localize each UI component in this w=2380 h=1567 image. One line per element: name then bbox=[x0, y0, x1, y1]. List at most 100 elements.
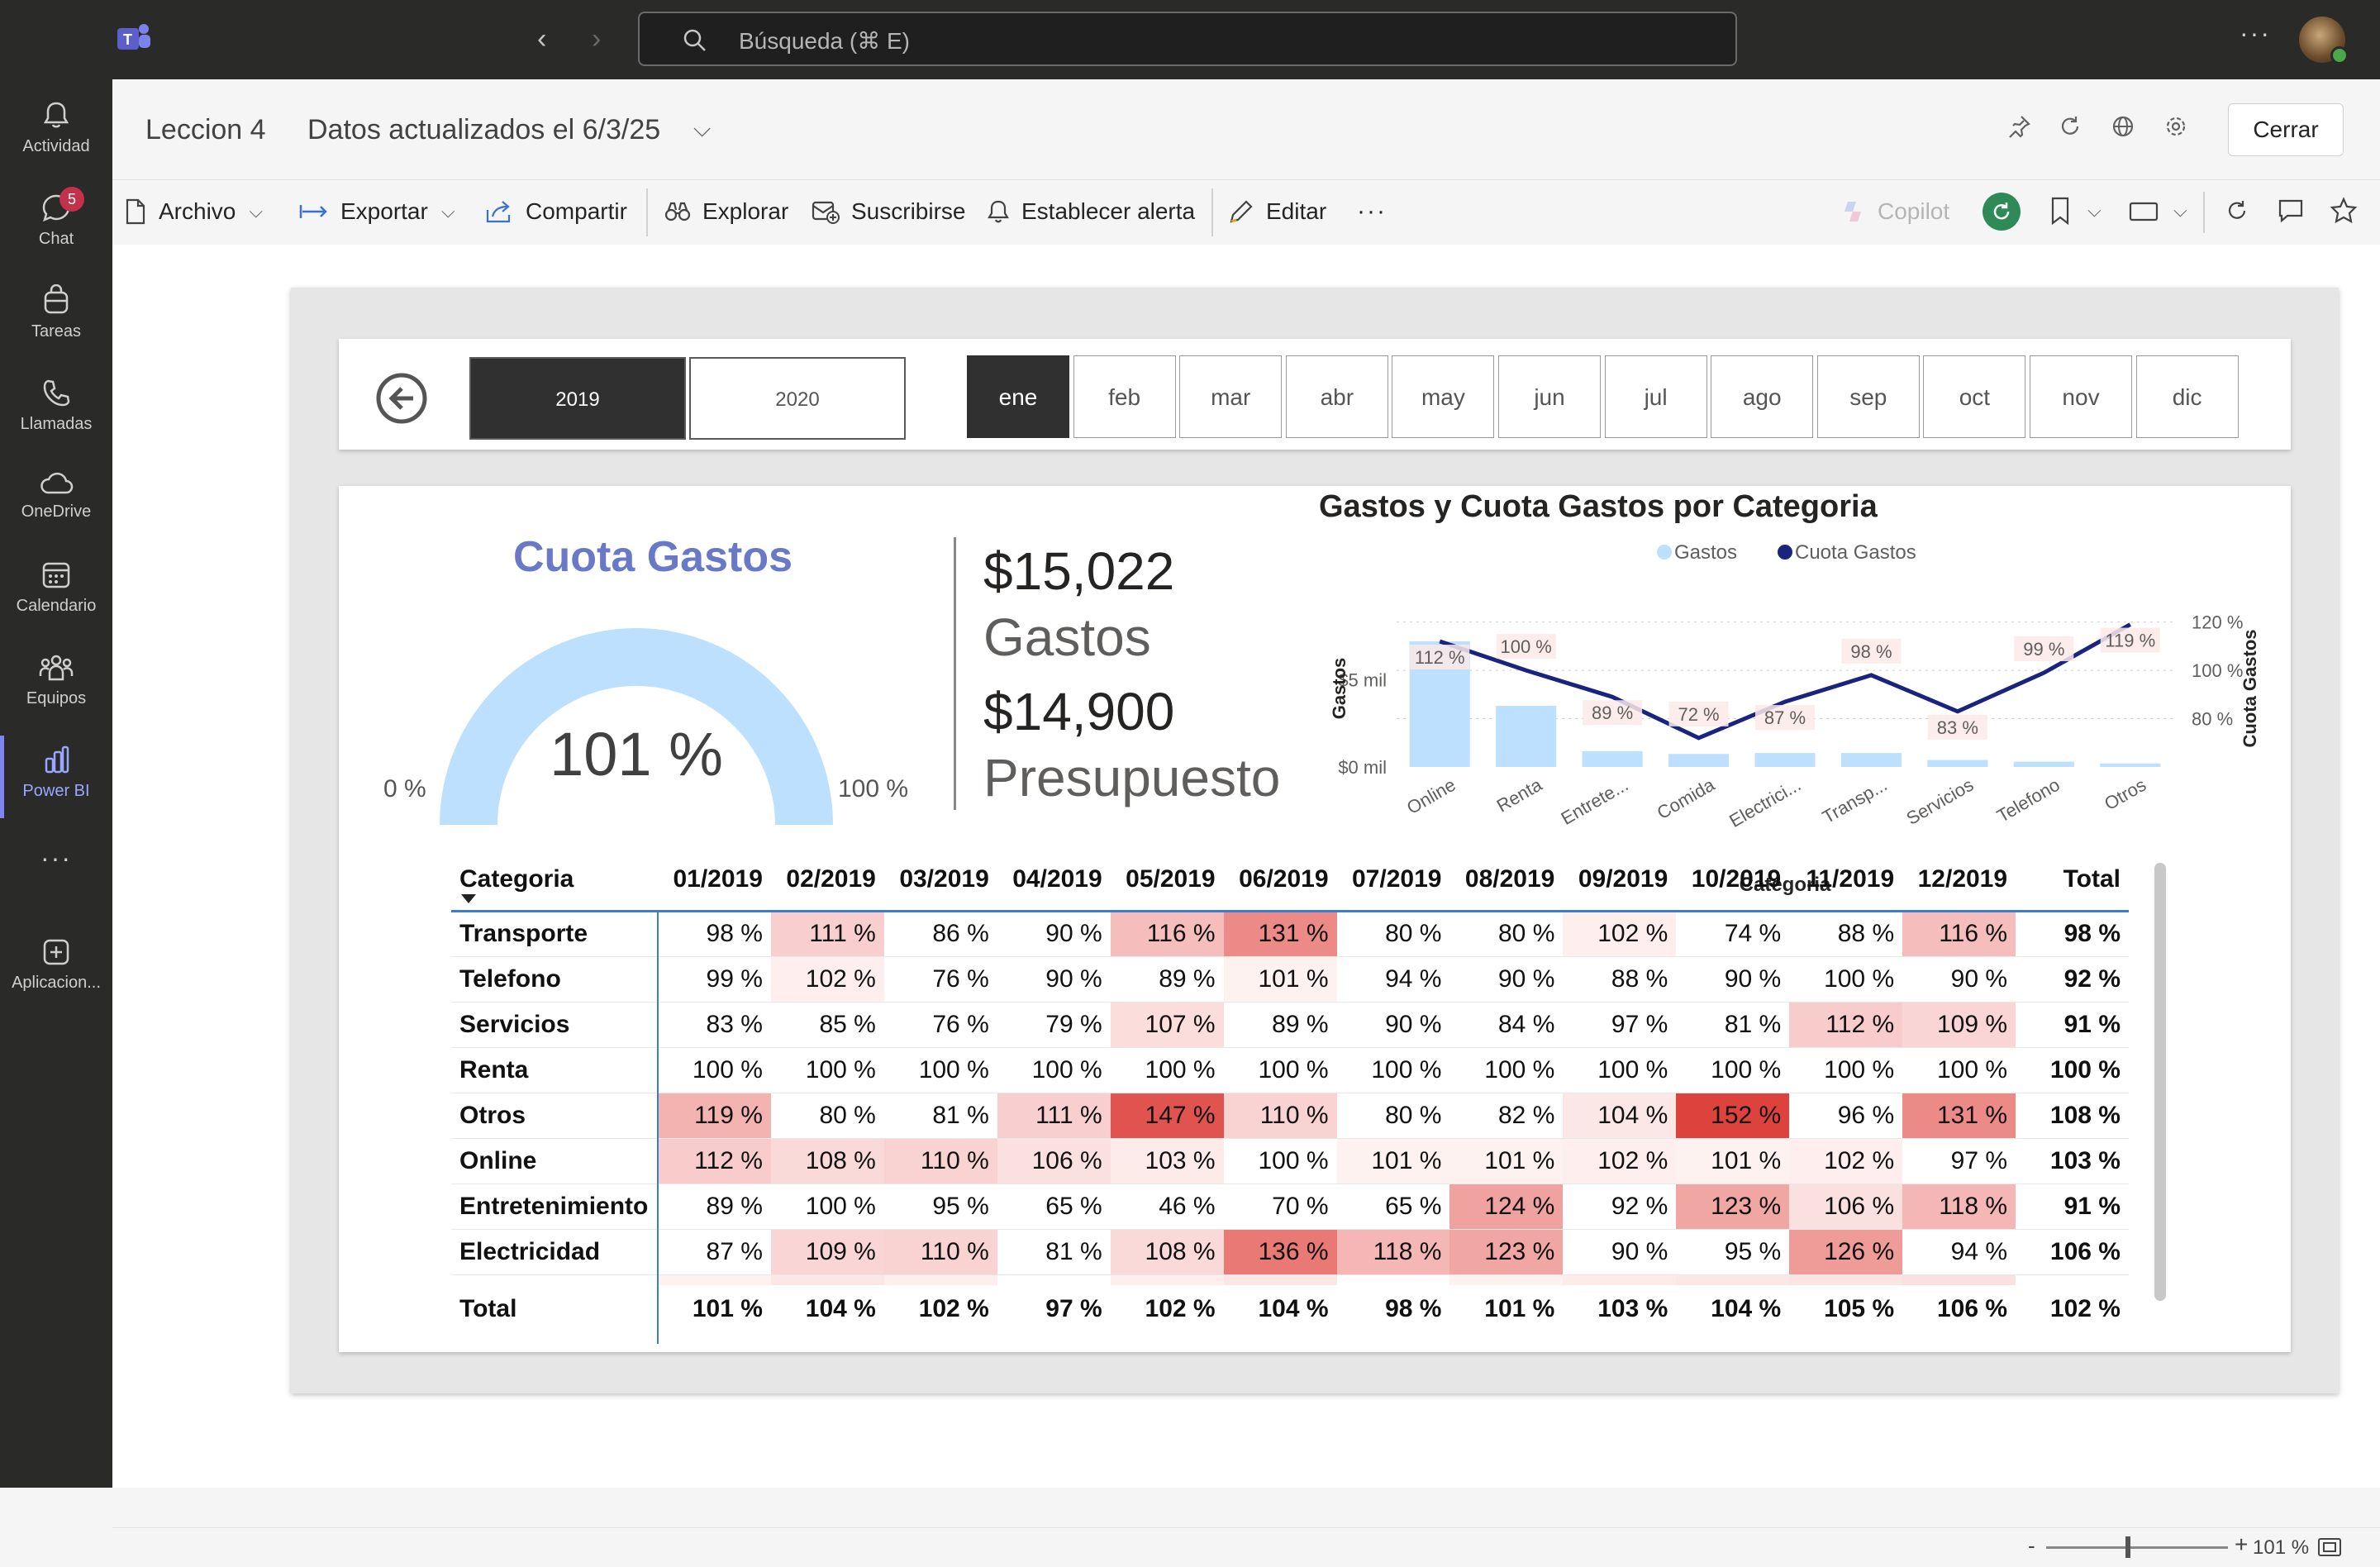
matrix-column-header[interactable]: 07/2019 bbox=[1336, 850, 1450, 912]
matrix-cell[interactable]: 80 % bbox=[1449, 911, 1564, 957]
matrix-column-header[interactable]: 12/2019 bbox=[1902, 850, 2016, 912]
row-header[interactable]: Renta bbox=[451, 1047, 659, 1093]
total-cell[interactable]: 104 % bbox=[1223, 1274, 1337, 1344]
favorite-star-icon[interactable] bbox=[2330, 197, 2357, 223]
matrix-column-header[interactable]: 09/2019 bbox=[1563, 850, 1677, 912]
row-header[interactable]: Transporte bbox=[451, 911, 659, 957]
forward-arrow-icon[interactable]: › bbox=[592, 23, 601, 55]
matrix-cell[interactable]: 76 % bbox=[883, 1002, 997, 1048]
matrix-cell[interactable]: 97 % bbox=[1902, 1138, 2016, 1184]
bar-gastos[interactable] bbox=[2100, 763, 2161, 767]
rail-item-llamadas[interactable]: Llamadas bbox=[0, 369, 112, 460]
matrix-column-header[interactable]: 05/2019 bbox=[1110, 850, 1224, 912]
matrix-cell[interactable]: 100 % bbox=[1789, 1047, 1903, 1093]
rail-item-equipos[interactable]: Equipos bbox=[0, 643, 112, 734]
matrix-cell[interactable]: 104 % bbox=[1563, 1093, 1677, 1139]
matrix-column-header[interactable]: 08/2019 bbox=[1449, 850, 1564, 912]
total-cell[interactable]: 102 % bbox=[1110, 1274, 1224, 1344]
total-cell[interactable]: 105 % bbox=[1789, 1274, 1903, 1344]
matrix-cell[interactable]: 90 % bbox=[1676, 956, 1790, 1003]
matrix-cell[interactable]: 116 % bbox=[1110, 911, 1224, 957]
rail-item-chat[interactable]: 5 Chat bbox=[0, 183, 112, 274]
matrix-cell[interactable]: 109 % bbox=[1902, 1002, 2016, 1048]
matrix-cell[interactable]: 106 % bbox=[997, 1138, 1111, 1184]
matrix-row[interactable]: Online 112 % 108 % 110 % 106 % 103 % 100 % 101 … bbox=[451, 1138, 2129, 1184]
export-button[interactable]: Exportar ⌵ bbox=[299, 192, 455, 231]
total-cell[interactable]: 104 % bbox=[770, 1274, 884, 1344]
matrix-cell[interactable]: 92 % bbox=[1563, 1184, 1677, 1230]
matrix-column-header[interactable]: 03/2019 bbox=[883, 850, 997, 912]
rail-item-onedrive[interactable]: OneDrive bbox=[0, 461, 112, 552]
matrix-cell[interactable]: 81 % bbox=[1676, 1002, 1790, 1048]
grand-total[interactable]: 102 % bbox=[2016, 1274, 2129, 1344]
copilot-button[interactable]: Copilot bbox=[1840, 192, 1949, 231]
matrix-cell[interactable]: 100 % bbox=[1789, 956, 1903, 1003]
zoom-slider-thumb[interactable] bbox=[2125, 1536, 2130, 1558]
matrix-cell[interactable]: 83 % bbox=[658, 1002, 771, 1048]
matrix-cell[interactable]: 131 % bbox=[1223, 911, 1337, 957]
matrix-cell[interactable]: 103 % bbox=[1110, 1138, 1224, 1184]
total-cell[interactable]: 104 % bbox=[1676, 1274, 1790, 1344]
rail-item-calendario[interactable]: Calendario bbox=[0, 550, 112, 641]
share-button[interactable]: Compartir bbox=[484, 192, 627, 231]
matrix-cell[interactable]: 80 % bbox=[1336, 911, 1450, 957]
matrix-cell[interactable]: 108 % bbox=[770, 1138, 884, 1184]
matrix-cell[interactable]: 102 % bbox=[1563, 1138, 1677, 1184]
file-menu-button[interactable]: Archivo ⌵ bbox=[124, 192, 263, 231]
matrix-cell[interactable]: 80 % bbox=[770, 1093, 884, 1139]
view-mode-icon[interactable] bbox=[2129, 200, 2159, 223]
row-total[interactable]: 103 % bbox=[2016, 1138, 2129, 1184]
matrix-cell[interactable]: 82 % bbox=[1449, 1093, 1564, 1139]
matrix-row[interactable]: Otros 119 % 80 % 81 % 111 % 147 % 110 % 80 % 82 … bbox=[451, 1093, 2129, 1139]
matrix-cell[interactable]: 100 % bbox=[1563, 1047, 1677, 1093]
bar-gastos[interactable] bbox=[1582, 751, 1643, 767]
row-total[interactable]: 108 % bbox=[2016, 1093, 2129, 1139]
month-slicer-ene[interactable]: ene bbox=[967, 355, 1069, 438]
close-button[interactable]: Cerrar bbox=[2228, 103, 2344, 156]
matrix-cell[interactable]: 81 % bbox=[997, 1229, 1111, 1275]
matrix-cell[interactable]: 97 % bbox=[1563, 1002, 1677, 1048]
year-slicer-2020[interactable]: 2020 bbox=[689, 357, 906, 440]
refresh-icon[interactable] bbox=[2058, 114, 2082, 139]
bookmark-icon[interactable] bbox=[2049, 197, 2071, 225]
bar-gastos[interactable] bbox=[2013, 761, 2074, 767]
matrix-cell[interactable]: 112 % bbox=[658, 1138, 771, 1184]
matrix-cell[interactable]: 79 % bbox=[997, 1002, 1111, 1048]
matrix-cell[interactable]: 90 % bbox=[1563, 1229, 1677, 1275]
fit-to-page-icon[interactable] bbox=[2317, 1536, 2342, 1558]
total-cell[interactable]: 103 % bbox=[1563, 1274, 1677, 1344]
matrix-cell[interactable]: 100 % bbox=[1449, 1047, 1564, 1093]
gear-icon[interactable] bbox=[2163, 114, 2188, 139]
matrix-cell[interactable]: 46 % bbox=[1110, 1184, 1224, 1230]
row-header[interactable]: Telefono bbox=[451, 956, 659, 1003]
row-total[interactable]: 92 % bbox=[2016, 956, 2129, 1003]
matrix-cell[interactable]: 100 % bbox=[1902, 1047, 2016, 1093]
matrix-cell[interactable]: 89 % bbox=[1110, 956, 1224, 1003]
bar-gastos[interactable] bbox=[1496, 706, 1557, 767]
row-total[interactable]: 100 % bbox=[2016, 1047, 2129, 1093]
matrix-cell[interactable]: 89 % bbox=[1223, 1002, 1337, 1048]
matrix-cell[interactable]: 100 % bbox=[1336, 1047, 1450, 1093]
matrix-cell[interactable]: 90 % bbox=[1902, 956, 2016, 1003]
back-button-icon[interactable] bbox=[375, 372, 428, 425]
total-cell[interactable]: 98 % bbox=[1336, 1274, 1450, 1344]
month-slicer-mar[interactable]: mar bbox=[1179, 355, 1283, 438]
month-slicer-dic[interactable]: dic bbox=[2135, 355, 2239, 438]
rail-item-tareas[interactable]: Tareas bbox=[0, 276, 112, 367]
matrix-cell[interactable]: 124 % bbox=[1449, 1184, 1564, 1230]
more-options-button[interactable]: ··· bbox=[1357, 192, 1387, 231]
row-header[interactable]: Servicios bbox=[451, 1002, 659, 1048]
matrix-cell[interactable]: 100 % bbox=[1223, 1047, 1337, 1093]
matrix-cell[interactable]: 100 % bbox=[770, 1184, 884, 1230]
chevron-down-icon[interactable]: ⌵ bbox=[693, 116, 711, 143]
matrix-cell[interactable]: 152 % bbox=[1676, 1093, 1790, 1139]
matrix-cell[interactable]: 119 % bbox=[658, 1093, 771, 1139]
matrix-cell[interactable]: 65 % bbox=[1336, 1184, 1450, 1230]
row-header[interactable]: Otros bbox=[451, 1093, 659, 1139]
matrix-cell[interactable]: 100 % bbox=[1110, 1047, 1224, 1093]
matrix-cell[interactable]: 102 % bbox=[770, 956, 884, 1003]
matrix-cell[interactable]: 88 % bbox=[1563, 956, 1677, 1003]
row-total[interactable]: 98 % bbox=[2016, 911, 2129, 957]
zoom-in-button[interactable]: + bbox=[2235, 1531, 2248, 1558]
matrix-cell[interactable]: 95 % bbox=[1676, 1229, 1790, 1275]
